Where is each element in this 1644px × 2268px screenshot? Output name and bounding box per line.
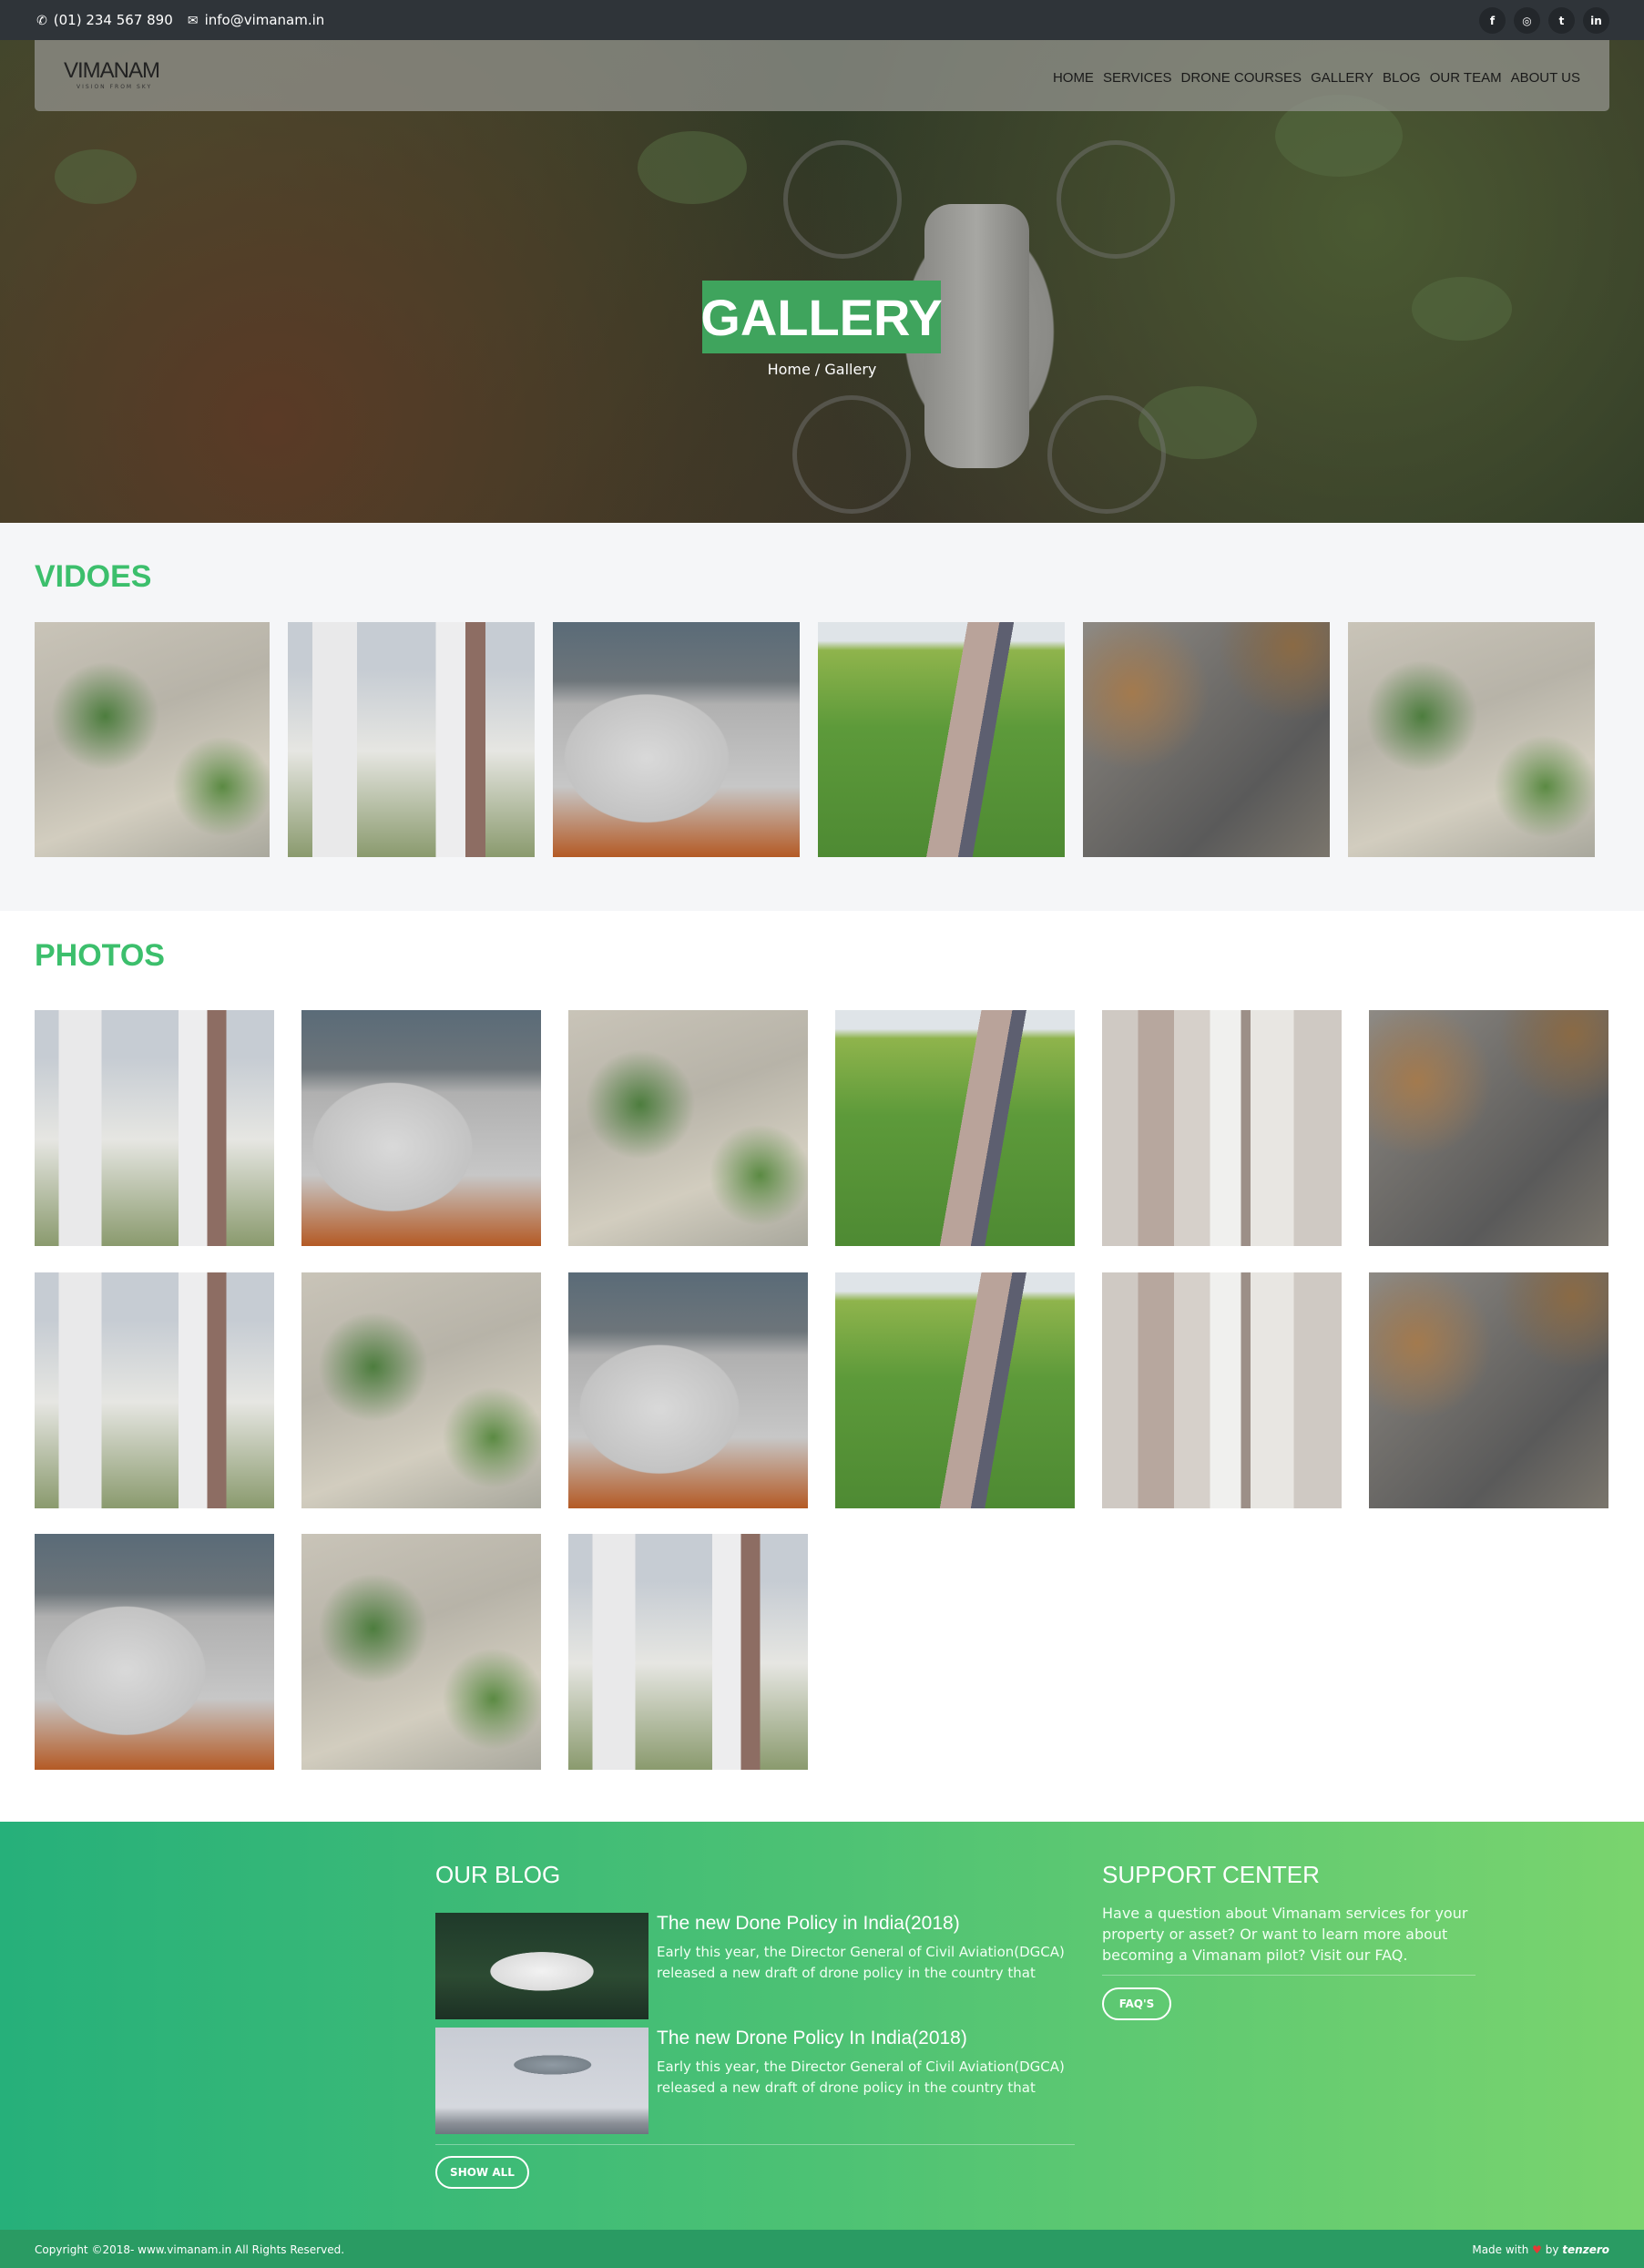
drone-rotor [783,140,902,259]
photo-thumbnail[interactable] [301,1534,541,1770]
phone-icon: ✆ [36,14,47,28]
photo-thumbnail[interactable] [301,1010,541,1246]
blog-post-image[interactable] [435,1913,648,2019]
photo-thumbnail[interactable] [301,1272,541,1508]
brand-name[interactable]: tenzero [1562,2243,1609,2256]
nav-item-drone-courses[interactable]: DRONE COURSES [1181,70,1302,86]
videos-section: VIDOES [0,523,1644,911]
drone-rotor [1047,395,1166,514]
logo-tagline: VISION FROM SKY [77,84,153,90]
page-title: GALLERY [700,281,943,353]
made-with-text: Made with [1472,2243,1529,2256]
photo-thumbnail[interactable] [35,1272,274,1508]
video-thumbnail[interactable] [818,622,1065,857]
photo-thumbnail[interactable] [1102,1010,1342,1246]
photo-thumbnail[interactable] [1102,1272,1342,1508]
photo-thumbnail[interactable] [835,1010,1075,1246]
video-thumbnail[interactable] [1083,622,1330,857]
nav-menu: HOME SERVICES DRONE COURSES GALLERY BLOG OUR … [1053,70,1580,86]
nav-item-services[interactable]: SERVICES [1103,70,1172,86]
video-thumbnail[interactable] [35,622,270,857]
photos-section: PHOTOS [0,911,1644,1822]
nav-item-about-us[interactable]: ABOUT US [1511,70,1580,86]
logo[interactable]: VIMANAM VISION FROM SKY [64,58,173,98]
linkedin-icon[interactable]: in [1583,7,1609,34]
instagram-icon[interactable]: ◎ [1514,7,1540,34]
phone-text: (01) 234 567 890 [53,12,173,28]
photo-thumbnail[interactable] [568,1534,808,1770]
main-navbar: VIMANAM VISION FROM SKY HOME SERVICES DRON… [35,40,1609,111]
nav-item-our-team[interactable]: OUR TEAM [1430,70,1502,86]
breadcrumb[interactable]: Home / Gallery [0,361,1644,378]
envelope-icon: ✉ [187,14,199,28]
blog-heading: OUR BLOG [435,1861,561,1888]
top-bar: ✆ (01) 234 567 890 ✉ info@vimanam.in f ◎ t… [0,0,1644,40]
nav-item-blog[interactable]: BLOG [1383,70,1421,86]
twitter-icon[interactable]: t [1548,7,1575,34]
divider [435,2144,1075,2145]
facebook-icon[interactable]: f [1479,7,1506,34]
blog-post-title[interactable]: The new Done Policy in India(2018) [657,1913,960,1935]
blog-post-excerpt: Early this year, the Director General of… [657,2059,1065,2096]
nav-item-gallery[interactable]: GALLERY [1311,70,1373,86]
photo-thumbnail[interactable] [568,1272,808,1508]
blog-post[interactable]: The new Done Policy in India(2018) Early… [435,1913,1073,2019]
heart-icon: ♥ [1532,2243,1542,2256]
email-text: info@vimanam.in [204,12,325,28]
photo-thumbnail[interactable] [35,1534,274,1770]
drone-rotor [1057,140,1175,259]
video-thumbnail[interactable] [288,622,535,857]
divider [1102,1975,1476,1976]
videos-heading: VIDOES [35,559,152,594]
by-text: by [1545,2243,1559,2256]
blog-post-excerpt: Early this year, the Director General of… [657,1944,1065,1981]
video-thumbnail[interactable] [553,622,800,857]
footer: OUR BLOG The new Done Policy in India(20… [0,1822,1644,2230]
blog-post-image[interactable] [435,2028,648,2134]
contact-info: ✆ (01) 234 567 890 ✉ info@vimanam.in [35,12,324,28]
social-links: f ◎ t in [1479,7,1609,34]
made-with: Made with ♥ by tenzero [1472,2243,1609,2256]
photo-thumbnail[interactable] [35,1010,274,1246]
hero-banner: VIMANAM VISION FROM SKY HOME SERVICES DRON… [0,40,1644,523]
copyright-text: Copyright ©2018- www.vimanam.in All Righ… [35,2243,345,2256]
contact-phone[interactable]: ✆ (01) 234 567 890 [35,12,173,28]
copyright-bar: Copyright ©2018- www.vimanam.in All Righ… [0,2230,1644,2268]
drone-rotor [792,395,911,514]
photos-heading: PHOTOS [35,938,165,973]
support-text: Have a question about Vimanam services f… [1102,1905,1468,1964]
photo-thumbnail[interactable] [1369,1272,1608,1508]
nav-item-home[interactable]: HOME [1053,70,1094,86]
blog-post-title[interactable]: The new Drone Policy In India(2018) [657,2028,967,2049]
faq-button[interactable]: FAQ'S [1102,1987,1171,2020]
photo-thumbnail[interactable] [568,1010,808,1246]
logo-text: VIMANAM [64,58,160,83]
contact-email[interactable]: ✉ info@vimanam.in [186,12,325,28]
blog-post[interactable]: The new Drone Policy In India(2018) Earl… [435,2028,1073,2134]
video-thumbnail[interactable] [1348,622,1595,857]
support-heading: SUPPORT CENTER [1102,1861,1320,1888]
photo-thumbnail[interactable] [835,1272,1075,1508]
show-all-button[interactable]: SHOW ALL [435,2156,529,2189]
photo-thumbnail[interactable] [1369,1010,1608,1246]
